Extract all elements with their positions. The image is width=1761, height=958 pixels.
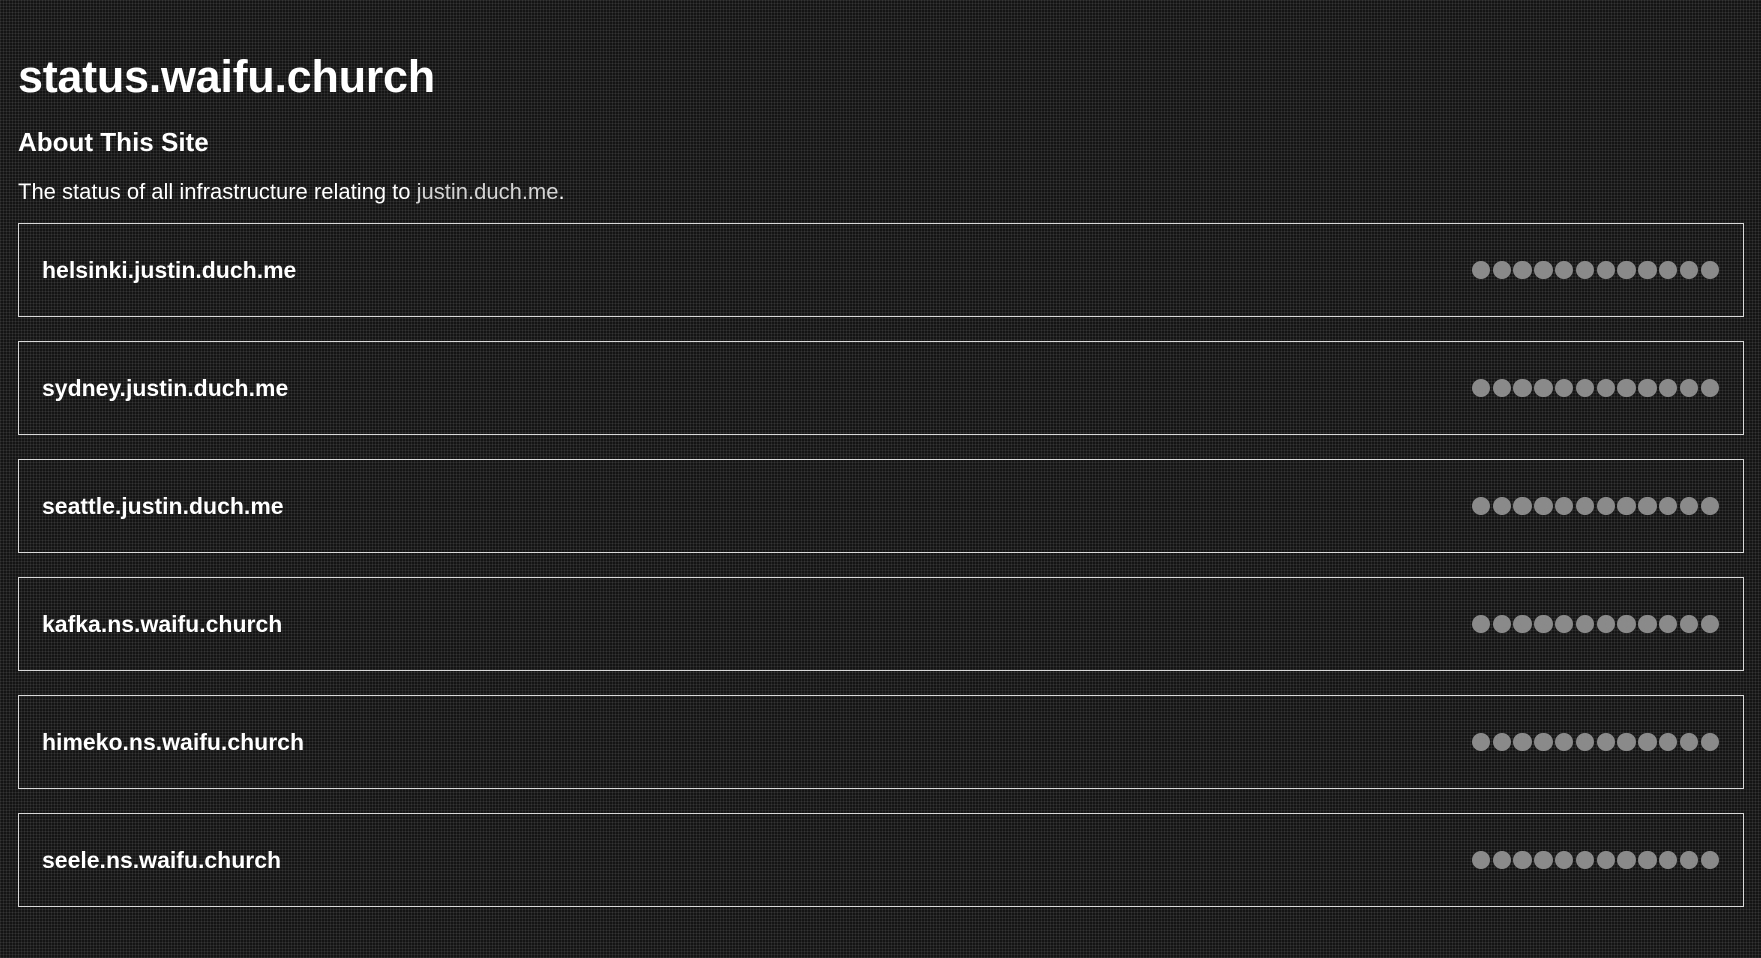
status-dot[interactable] — [1471, 850, 1491, 870]
status-dot[interactable] — [1658, 732, 1678, 752]
status-dot[interactable] — [1492, 260, 1512, 280]
status-dot[interactable] — [1471, 496, 1491, 516]
page-title: status.waifu.church — [18, 51, 435, 102]
status-dot[interactable] — [1700, 614, 1719, 634]
status-dot[interactable] — [1679, 614, 1699, 634]
status-dot[interactable] — [1596, 496, 1616, 516]
status-dots — [1471, 260, 1719, 280]
status-dot[interactable] — [1471, 260, 1491, 280]
status-dots — [1471, 850, 1719, 870]
status-dot[interactable] — [1575, 496, 1595, 516]
status-dot[interactable] — [1700, 850, 1719, 870]
status-dot[interactable] — [1638, 614, 1657, 634]
status-dot[interactable] — [1700, 378, 1719, 398]
status-dot[interactable] — [1658, 496, 1678, 516]
status-dot[interactable] — [1471, 378, 1491, 398]
host-card: sydney.justin.duch.me — [18, 341, 1744, 435]
status-dot[interactable] — [1596, 732, 1616, 752]
status-dot[interactable] — [1638, 378, 1657, 398]
status-dot[interactable] — [1596, 614, 1616, 634]
status-dot[interactable] — [1617, 850, 1636, 870]
status-dot[interactable] — [1471, 614, 1491, 634]
status-dots — [1471, 496, 1719, 516]
status-dot[interactable] — [1617, 260, 1636, 280]
status-dot[interactable] — [1575, 850, 1595, 870]
status-dot[interactable] — [1492, 850, 1512, 870]
status-dot[interactable] — [1596, 378, 1616, 398]
host-name: kafka.ns.waifu.church — [42, 610, 283, 637]
status-dot[interactable] — [1617, 732, 1636, 752]
status-dot[interactable] — [1492, 732, 1512, 752]
status-dot[interactable] — [1700, 496, 1719, 516]
status-dot[interactable] — [1679, 850, 1699, 870]
status-dot[interactable] — [1658, 260, 1678, 280]
status-dot[interactable] — [1513, 378, 1532, 398]
host-card: himeko.ns.waifu.church — [18, 695, 1744, 789]
status-dot[interactable] — [1492, 614, 1512, 634]
status-dot[interactable] — [1700, 732, 1719, 752]
status-dot[interactable] — [1492, 496, 1512, 516]
host-card: helsinki.justin.duch.me — [18, 223, 1744, 317]
status-dot[interactable] — [1513, 732, 1532, 752]
status-dot[interactable] — [1554, 732, 1574, 752]
status-dots — [1471, 378, 1719, 398]
status-dot[interactable] — [1575, 614, 1595, 634]
status-page: status.waifu.church About This Site The … — [0, 0, 1761, 907]
host-card: kafka.ns.waifu.church — [18, 577, 1744, 671]
status-dot[interactable] — [1534, 496, 1553, 516]
status-dot[interactable] — [1554, 378, 1574, 398]
status-dot[interactable] — [1658, 614, 1678, 634]
status-dot[interactable] — [1638, 496, 1657, 516]
status-dot[interactable] — [1554, 850, 1574, 870]
status-dot[interactable] — [1575, 378, 1595, 398]
host-name: seattle.justin.duch.me — [42, 492, 284, 519]
status-dot[interactable] — [1638, 850, 1657, 870]
status-dot[interactable] — [1596, 260, 1616, 280]
status-dot[interactable] — [1554, 496, 1574, 516]
status-dot[interactable] — [1679, 496, 1699, 516]
status-dot[interactable] — [1554, 614, 1574, 634]
status-dot[interactable] — [1679, 732, 1699, 752]
status-dot[interactable] — [1617, 496, 1636, 516]
about-link[interactable]: justin.duch.me — [417, 179, 559, 204]
status-dot[interactable] — [1658, 378, 1678, 398]
status-dot[interactable] — [1492, 378, 1512, 398]
status-dot[interactable] — [1534, 732, 1553, 752]
host-name: helsinki.justin.duch.me — [42, 256, 297, 283]
status-dot[interactable] — [1513, 614, 1532, 634]
status-dot[interactable] — [1554, 260, 1574, 280]
status-dots — [1471, 614, 1719, 634]
status-dot[interactable] — [1513, 496, 1532, 516]
status-dot[interactable] — [1513, 850, 1532, 870]
about-text: The status of all infrastructure relatin… — [18, 178, 1743, 206]
status-dot[interactable] — [1575, 260, 1595, 280]
host-list: helsinki.justin.duch.me sydney.justin.du… — [18, 223, 1744, 907]
status-dot[interactable] — [1534, 614, 1553, 634]
about-text-suffix: . — [558, 179, 565, 204]
host-card: seele.ns.waifu.church — [18, 813, 1744, 907]
status-dot[interactable] — [1575, 732, 1595, 752]
host-name: himeko.ns.waifu.church — [42, 728, 304, 755]
host-card: seattle.justin.duch.me — [18, 459, 1744, 553]
about-heading: About This Site — [18, 127, 209, 157]
status-dot[interactable] — [1617, 378, 1636, 398]
status-dot[interactable] — [1700, 260, 1719, 280]
host-name: seele.ns.waifu.church — [42, 846, 282, 873]
status-dot[interactable] — [1513, 260, 1532, 280]
status-dot[interactable] — [1596, 850, 1616, 870]
status-dots — [1471, 732, 1719, 752]
status-dot[interactable] — [1679, 378, 1699, 398]
status-dot[interactable] — [1534, 850, 1553, 870]
status-dot[interactable] — [1679, 260, 1699, 280]
status-dot[interactable] — [1471, 732, 1491, 752]
status-dot[interactable] — [1638, 732, 1657, 752]
host-name: sydney.justin.duch.me — [42, 374, 289, 401]
status-dot[interactable] — [1638, 260, 1657, 280]
status-dot[interactable] — [1534, 378, 1553, 398]
status-dot[interactable] — [1658, 850, 1678, 870]
status-dot[interactable] — [1617, 614, 1636, 634]
status-dot[interactable] — [1534, 260, 1553, 280]
about-text-prefix: The status of all infrastructure relatin… — [18, 179, 417, 204]
